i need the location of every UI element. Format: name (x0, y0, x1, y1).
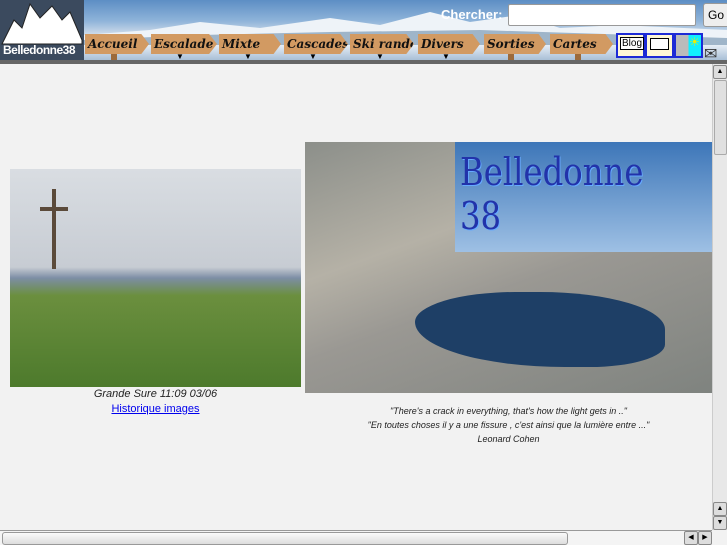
nav-escalade[interactable]: Escalade (151, 34, 217, 54)
mail-icon[interactable]: ✉ (704, 44, 717, 60)
nav-cartes[interactable]: Cartes (550, 34, 613, 54)
scroll-up-button[interactable]: ▲ (713, 65, 727, 79)
quote-author: Leonard Cohen (477, 434, 540, 444)
header: Belledonne38 Chercher: Go Accueil Escala… (0, 0, 727, 60)
lake (415, 292, 665, 367)
logo-text: Belledonne38 (3, 43, 76, 57)
banner-photo: Belledonne 38 (305, 142, 712, 393)
go-button[interactable]: Go (703, 3, 727, 27)
summit-crossbar (40, 207, 68, 211)
summit-cross (52, 189, 56, 269)
blog-label: Blog (620, 37, 645, 50)
nav-sorties[interactable]: Sorties (484, 34, 546, 54)
logo[interactable]: Belledonne38 (0, 0, 84, 60)
banner-title: Belledonne 38 (460, 150, 644, 238)
horizontal-scroll-thumb[interactable] (2, 532, 568, 545)
search-input[interactable] (508, 4, 696, 26)
photo-caption: Grande Sure 11:09 03/06 (93, 388, 218, 400)
quote-french: "En toutes choses il y a une fissure , c… (367, 420, 650, 430)
blog-icon[interactable]: Blog (616, 33, 645, 58)
nav-mixte[interactable]: Mixte (219, 34, 281, 54)
presentation-board-icon[interactable] (645, 33, 674, 58)
scroll-right-button[interactable]: ▶ (698, 531, 712, 545)
vertical-scroll-thumb[interactable] (714, 80, 727, 155)
weather-icon[interactable]: ☀ (674, 33, 703, 58)
main-content: Grande Sure 11:09 03/06 Historique image… (0, 64, 712, 530)
scroll-left-button[interactable]: ◀ (684, 531, 698, 545)
dropdown-arrow-icon: ▼ (309, 52, 317, 60)
dropdown-arrow-icon: ▼ (244, 52, 252, 60)
nav-accueil[interactable]: Accueil (85, 34, 149, 54)
summit-photo[interactable] (10, 169, 301, 387)
dropdown-arrow-icon: ▼ (376, 52, 384, 60)
dropdown-arrow-icon: ▼ (442, 52, 450, 60)
nav-cascades[interactable]: Cascades (284, 34, 348, 54)
logo-mountain-icon (1, 2, 83, 45)
history-images-link[interactable]: Historique images (10, 403, 301, 415)
scroll-up-button-bottom[interactable]: ▲ (713, 502, 727, 516)
vertical-scrollbar[interactable]: ▲ ▲ ▼ (712, 64, 727, 530)
horizontal-scrollbar[interactable]: ◀ ▶ (0, 530, 712, 545)
dropdown-arrow-icon: ▼ (176, 52, 184, 60)
nav-ski-rando[interactable]: Ski rando (350, 34, 414, 54)
search-label: Chercher: (441, 7, 503, 22)
scroll-down-button[interactable]: ▼ (713, 516, 727, 530)
nav-divers[interactable]: Divers (418, 34, 480, 54)
quote-english: "There's a crack in everything, that's h… (390, 406, 627, 416)
